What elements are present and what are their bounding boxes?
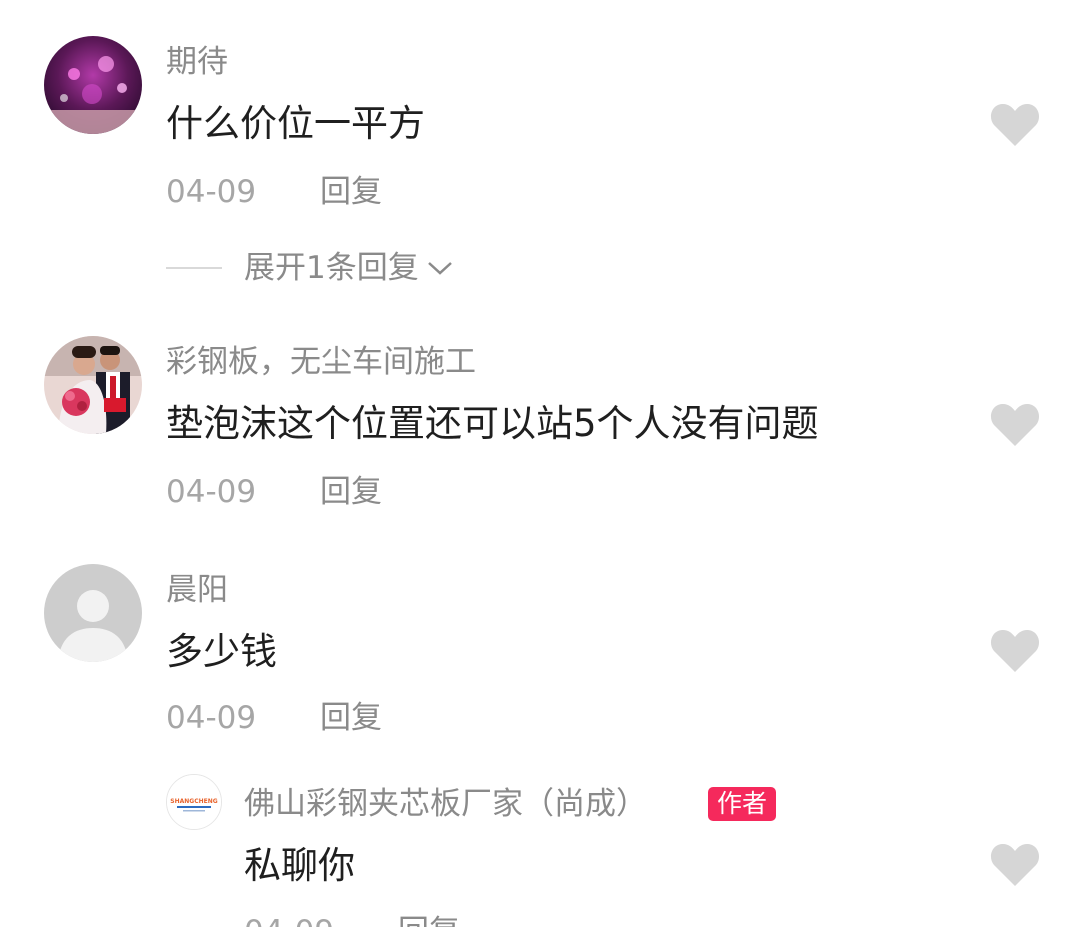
like-button[interactable] [990,102,1040,148]
avatar[interactable] [44,36,142,134]
reply-button[interactable]: 回复 [398,912,460,927]
like-button[interactable] [990,628,1040,674]
default-user-icon [44,564,142,662]
comment-date: 04-09 [166,174,257,210]
comment-item: 晨阳 多少钱 04-09 回复 SHANGCHENG 佛山彩钢夹芯板厂家（尚成）… [0,528,1080,927]
comment-text: 垫泡沫这个位置还可以站5个人没有问题 [166,402,819,445]
reply-button[interactable]: 回复 [320,172,382,212]
comment-date: 04-09 [166,474,257,510]
comment-item: 期待 什么价位一平方 04-09 回复 展开1条回复 [0,0,1080,300]
expand-replies-label: 展开1条回复 [244,250,419,286]
company-logo-text: SHANGCHENG [170,798,217,805]
avatar[interactable] [44,336,142,434]
comment-username[interactable]: 期待 [166,42,228,82]
comment-username[interactable]: 彩钢板，无尘车间施工 [166,342,476,382]
like-button[interactable] [990,842,1040,888]
wedding-photo [44,336,142,434]
reply-button[interactable]: 回复 [320,698,382,738]
comment-text: 什么价位一平方 [166,102,425,145]
reply-date: 04-09 [244,912,334,927]
comment-text: 多少钱 [166,630,277,673]
reply-username[interactable]: 佛山彩钢夹芯板厂家（尚成） [244,784,647,824]
comment-list: 期待 什么价位一平方 04-09 回复 展开1条回复 彩钢板，无尘车间施工 垫泡… [0,0,1080,927]
like-button[interactable] [990,402,1040,448]
comment-item: 彩钢板，无尘车间施工 垫泡沫这个位置还可以站5个人没有问题 04-09 回复 [0,300,1080,530]
reply-text: 私聊你 [244,844,355,887]
comment-date: 04-09 [166,700,257,736]
reply-button[interactable]: 回复 [320,472,382,512]
chevron-down-icon [427,262,452,275]
heart-icon [990,103,1040,146]
author-badge: 作者 [708,787,777,821]
comment-username[interactable]: 晨阳 [166,570,228,610]
company-logo: SHANGCHENG [167,775,221,829]
heart-icon [990,403,1040,446]
avatar[interactable]: SHANGCHENG [166,774,222,830]
avatar[interactable] [44,564,142,662]
heart-icon [990,629,1040,672]
expand-replies-button[interactable]: 展开1条回复 [166,248,455,288]
purple-lights-photo [44,36,142,134]
divider-line [166,267,222,269]
heart-icon [990,843,1040,886]
